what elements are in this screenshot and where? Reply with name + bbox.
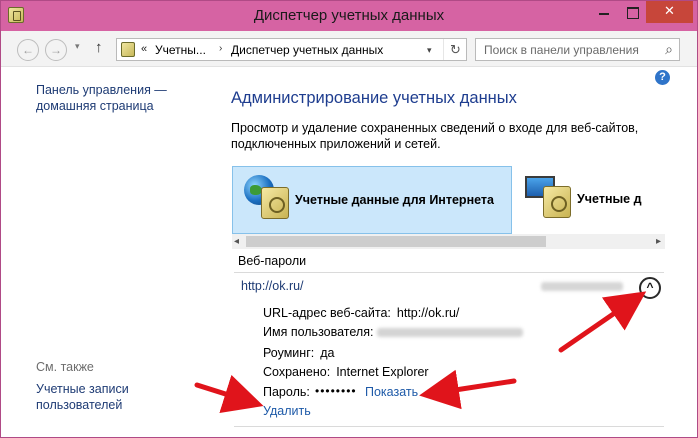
detail-row: Пароль: <box>263 385 310 399</box>
detail-label: URL-адрес веб-сайта: <box>263 306 391 320</box>
breadcrumb-item[interactable]: Диспетчер учетных данных <box>231 43 383 57</box>
delete-link[interactable]: Удалить <box>263 404 311 418</box>
detail-value: http://ok.ru/ <box>396 306 460 320</box>
annotation-arrow <box>194 374 264 414</box>
collapse-icon[interactable]: ^ <box>639 277 661 299</box>
page-title: Администрирование учетных данных <box>231 89 517 107</box>
detail-row: Сохранено: Internet Explorer <box>263 365 429 379</box>
divider <box>234 426 664 427</box>
annotation-arrow <box>419 369 517 410</box>
vertical-scrollbar[interactable] <box>684 67 697 437</box>
password-mask: •••••••• <box>315 384 357 398</box>
annotation-arrow <box>558 291 647 353</box>
window: Диспетчер учетных данных ✕ ← → ▾ ↑ « Уче… <box>0 0 698 438</box>
address-bar[interactable]: « Учетны... › Диспетчер учетных данных ▾… <box>116 38 467 61</box>
search-icon[interactable]: ⌕ <box>665 41 673 58</box>
web-passwords-heading: Веб-пароли <box>238 254 307 268</box>
vault-icon <box>543 186 571 218</box>
search-input[interactable]: Поиск в панели управления <box>484 43 639 57</box>
address-dropdown-icon[interactable]: ▾ <box>427 45 432 56</box>
user-accounts-link[interactable]: Учетные записи пользователей <box>36 381 156 413</box>
redacted-username <box>377 328 523 337</box>
breadcrumb-item[interactable]: Учетны... <box>155 43 206 57</box>
detail-row: URL-адрес веб-сайта: http://ok.ru/ <box>263 306 459 320</box>
see-also-label: См. также <box>36 360 94 374</box>
web-credentials-tile[interactable]: Учетные данные для Интернета <box>232 166 512 234</box>
detail-row: Роуминг: да <box>263 346 334 360</box>
divider <box>234 272 664 273</box>
detail-value: Internet Explorer <box>336 365 429 379</box>
help-icon[interactable]: ? <box>655 70 670 85</box>
up-button[interactable]: ↑ <box>95 39 103 56</box>
control-panel-home-link[interactable]: Панель управления — домашняя страница <box>36 82 176 114</box>
page-description: Просмотр и удаление сохраненных сведений… <box>231 121 639 151</box>
redacted-username <box>541 282 623 291</box>
minimize-button[interactable] <box>590 1 618 23</box>
back-button[interactable]: ← <box>17 39 39 61</box>
close-button[interactable]: ✕ <box>646 1 693 23</box>
refresh-icon[interactable]: ↻ <box>443 39 467 60</box>
detail-label: Роуминг: <box>263 346 315 360</box>
title-bar: Диспетчер учетных данных ✕ <box>1 1 697 31</box>
horizontal-scrollbar[interactable]: ◂ ▸ <box>232 234 665 249</box>
vault-icon <box>261 187 289 219</box>
breadcrumb-separator[interactable]: › <box>219 43 222 54</box>
forward-button[interactable]: → <box>45 39 67 61</box>
detail-value: да <box>320 346 335 360</box>
scroll-thumb[interactable] <box>246 236 546 247</box>
web-credentials-label: Учетные данные для Интернета <box>295 193 494 207</box>
show-password-link[interactable]: Показать <box>365 385 418 399</box>
control-panel-icon <box>121 42 135 57</box>
navigation-bar: ← → ▾ ↑ « Учетны... › Диспетчер учетных … <box>1 31 697 67</box>
recent-locations-dropdown[interactable]: ▾ <box>75 41 80 52</box>
credential-type-tiles: Учетные данные для Интернета Учетные д <box>232 166 665 234</box>
credential-entry-url[interactable]: http://ok.ru/ <box>241 279 304 293</box>
search-box[interactable]: Поиск в панели управления ⌕ <box>475 38 680 61</box>
windows-credentials-tile[interactable]: Учетные д <box>515 166 665 234</box>
detail-label: Пароль: <box>263 385 310 399</box>
breadcrumb-overflow[interactable]: « <box>141 43 147 55</box>
detail-label: Сохранено: <box>263 365 331 379</box>
detail-row: Имя пользователя: <box>263 325 373 339</box>
maximize-button[interactable] <box>618 1 646 23</box>
windows-credentials-label: Учетные д <box>577 192 642 206</box>
detail-label: Имя пользователя: <box>263 325 374 339</box>
scroll-left-icon[interactable]: ◂ <box>234 234 239 249</box>
scroll-right-icon[interactable]: ▸ <box>656 234 661 249</box>
